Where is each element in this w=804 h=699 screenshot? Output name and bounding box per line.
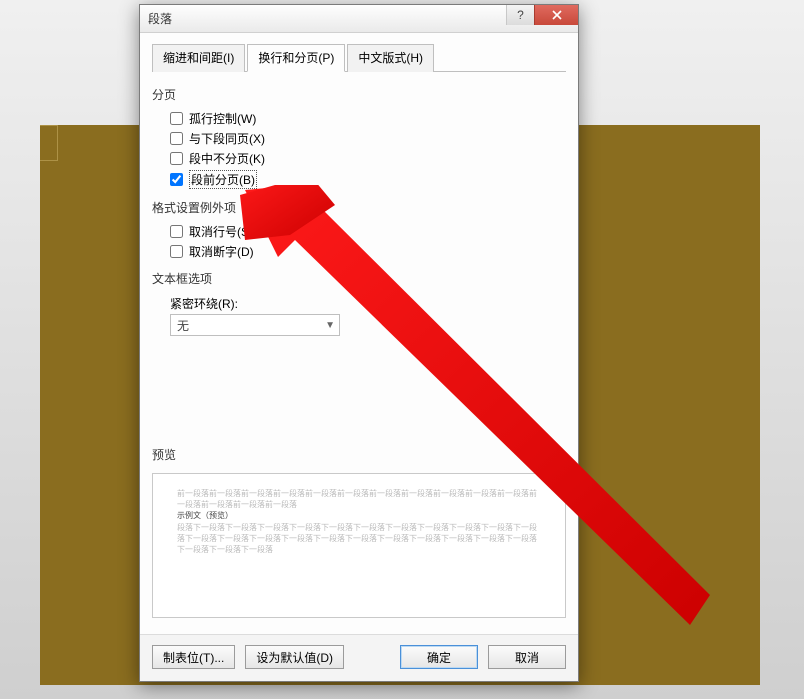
close-icon <box>552 10 562 20</box>
section-textbox-options-label: 文本框选项 <box>152 270 212 287</box>
checkbox-input[interactable] <box>170 152 183 165</box>
preview-gray-text: 前一段落前一段落前一段落前一段落前一段落前一段落前一段落前一段落前一段落前一段落… <box>177 488 541 510</box>
tight-wrap-select[interactable]: 无 ▼ <box>170 314 340 336</box>
section-format-exceptions-label: 格式设置例外项 <box>152 199 236 216</box>
help-button[interactable]: ? <box>506 5 534 25</box>
checkbox-label: 与下段同页(X) <box>189 130 265 147</box>
section-preview-label: 预览 <box>152 446 176 463</box>
checkbox-label: 取消行号(S) <box>189 223 253 240</box>
checkbox-page-break-before[interactable]: 段前分页(B) <box>170 170 566 189</box>
paragraph-dialog: 段落 ? 缩进和间距(I) 换行和分页(P) 中文版式(H) 分页 孤行控制(W… <box>139 4 579 682</box>
dialog-button-row: 制表位(T)... 设为默认值(D) 确定 取消 <box>140 634 578 681</box>
tabs-button[interactable]: 制表位(T)... <box>152 645 235 669</box>
preview-gray-text: 段落下一段落下一段落下一段落下一段落下一段落下一段落下一段落下一段落下一段落下一… <box>177 522 541 556</box>
tight-wrap-label: 紧密环绕(R): <box>170 295 566 312</box>
tab-asian-typography[interactable]: 中文版式(H) <box>347 44 434 72</box>
section-paging-label: 分页 <box>152 86 176 103</box>
checkbox-label: 取消断字(D) <box>189 243 254 260</box>
checkbox-input[interactable] <box>170 112 183 125</box>
checkbox-keep-lines-together[interactable]: 段中不分页(K) <box>170 150 566 167</box>
checkbox-input[interactable] <box>170 173 183 186</box>
checkbox-label: 段中不分页(K) <box>189 150 265 167</box>
checkbox-label: 孤行控制(W) <box>189 110 256 127</box>
checkbox-input[interactable] <box>170 225 183 238</box>
checkbox-keep-with-next[interactable]: 与下段同页(X) <box>170 130 566 147</box>
titlebar[interactable]: 段落 ? <box>140 5 578 33</box>
dialog-title: 段落 <box>148 10 172 27</box>
checkbox-input[interactable] <box>170 245 183 258</box>
checkbox-widow-control[interactable]: 孤行控制(W) <box>170 110 566 127</box>
crop-mark <box>40 125 58 143</box>
select-value: 无 <box>177 317 189 334</box>
ok-button[interactable]: 确定 <box>400 645 478 669</box>
tab-strip: 缩进和间距(I) 换行和分页(P) 中文版式(H) <box>152 43 566 72</box>
crop-mark <box>40 143 58 161</box>
preview-box: 前一段落前一段落前一段落前一段落前一段落前一段落前一段落前一段落前一段落前一段落… <box>152 473 566 618</box>
cancel-button[interactable]: 取消 <box>488 645 566 669</box>
tab-indent-spacing[interactable]: 缩进和间距(I) <box>152 44 245 72</box>
checkbox-input[interactable] <box>170 132 183 145</box>
close-button[interactable] <box>534 5 578 25</box>
checkbox-label: 段前分页(B) <box>189 170 257 189</box>
preview-sample-text: 示例文（预览） <box>177 510 541 521</box>
chevron-down-icon: ▼ <box>325 320 335 331</box>
tab-line-page-breaks[interactable]: 换行和分页(P) <box>247 44 345 72</box>
set-default-button[interactable]: 设为默认值(D) <box>245 645 344 669</box>
checkbox-suppress-line-numbers[interactable]: 取消行号(S) <box>170 223 566 240</box>
checkbox-no-hyphenation[interactable]: 取消断字(D) <box>170 243 566 260</box>
